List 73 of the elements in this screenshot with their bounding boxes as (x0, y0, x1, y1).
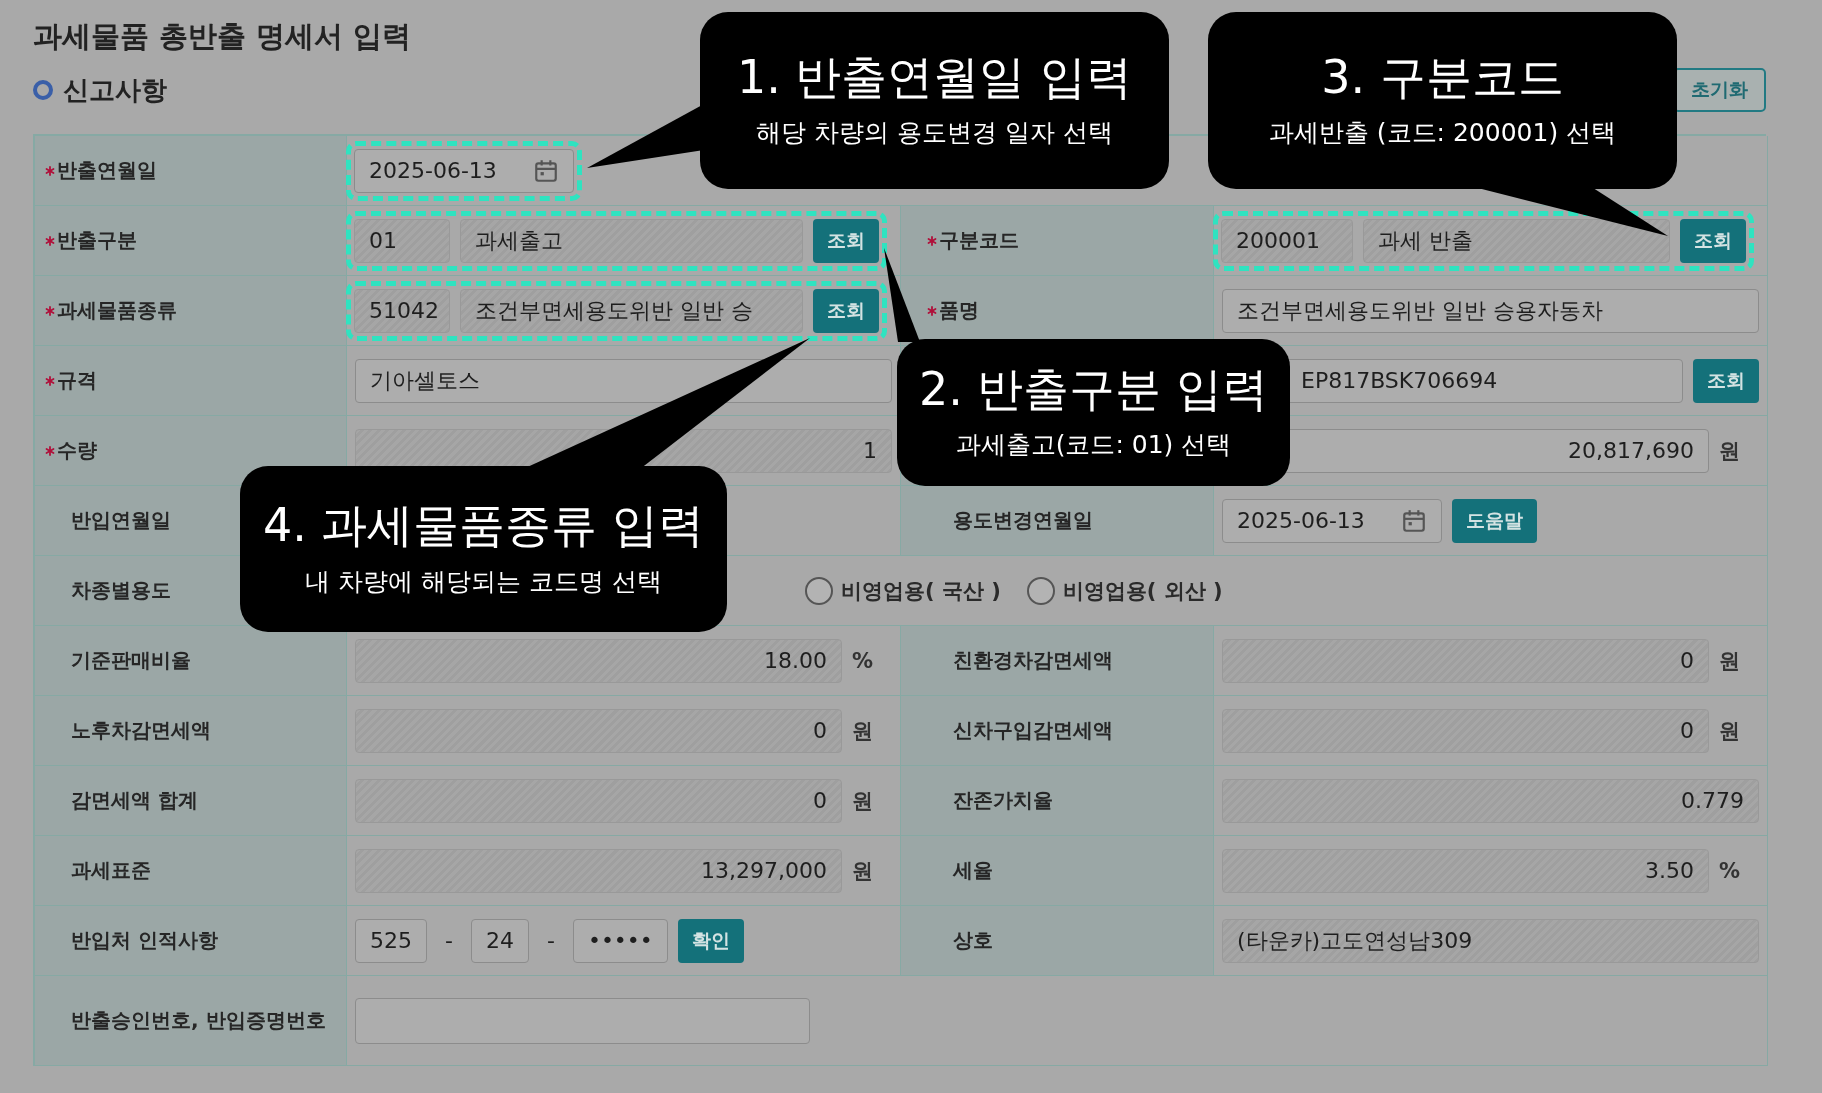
field-label: 용도변경연월일 (953, 507, 1093, 534)
field-label: 과세물품종류 (57, 297, 177, 324)
field-label: 반입처 인적사항 (71, 927, 218, 954)
callout-title: 3. 구분코드 (1321, 51, 1564, 103)
name-field[interactable]: 과세 반출 (1363, 218, 1670, 263)
number-field[interactable]: 24 (470, 918, 529, 963)
radio-option[interactable]: 비영업용( 국산 ) (805, 576, 1001, 605)
callout-text: 내 차량에 해당되는 코드명 선택 (305, 565, 662, 598)
dash-separator: - (545, 928, 556, 953)
unit-label: 원 (1719, 647, 1741, 675)
field-label: 수량 (57, 437, 97, 464)
date-field[interactable]: 2025-06-13 (354, 148, 574, 193)
field-label: 노후차감면세액 (71, 717, 211, 744)
callout-title: 4. 과세물품종류 입력 (262, 500, 705, 551)
field-label: 반출구분 (57, 227, 137, 254)
search-button[interactable]: 조회 (813, 218, 879, 263)
search-button[interactable]: 조회 (1693, 358, 1759, 403)
field-label: 감면세액 합계 (71, 787, 198, 814)
field-label: 차종별용도 (71, 577, 171, 604)
field-label: 과세표준 (71, 857, 151, 884)
readonly-field[interactable]: (타운카)고도연성남309 (1222, 918, 1759, 963)
code-field[interactable]: 01 (354, 218, 450, 263)
readonly-field: 0.779 (1222, 778, 1759, 823)
text-field[interactable]: 기아셀토스 (355, 358, 892, 403)
ring-icon (33, 80, 53, 100)
text-field[interactable]: 조건부면세용도위반 일반 승용자동차 (1222, 288, 1759, 333)
unit-label: 원 (852, 787, 874, 815)
input-field[interactable] (355, 997, 810, 1044)
callout-text: 과세반출 (코드: 200001) 선택 (1268, 117, 1617, 150)
readonly-field: 0 (355, 708, 842, 753)
search-button[interactable]: 조회 (1680, 218, 1746, 263)
field-label: 세율 (953, 857, 993, 884)
readonly-field: 0 (1222, 638, 1709, 683)
readonly-field: 13,297,000 (355, 848, 842, 893)
callout-text: 해당 차량의 용도변경 일자 선택 (756, 117, 1113, 150)
field-label: 품명 (939, 297, 979, 324)
help-button[interactable]: 도움말 (1452, 498, 1537, 543)
page-title: 과세물품 총반출 명세서 입력 (33, 18, 413, 55)
field-label: 반입연월일 (71, 507, 171, 534)
readonly-field: 0 (355, 778, 842, 823)
section-title: 신고사항 (63, 73, 167, 107)
radio-option[interactable]: 비영업용( 외산 ) (1026, 576, 1223, 605)
field-label: 규격 (57, 367, 97, 394)
field-label: 잔존가치율 (953, 787, 1053, 814)
date-field[interactable]: 2025-06-13 (1222, 498, 1442, 543)
name-field[interactable]: 조건부면세용도위반 일반 승 (460, 288, 803, 333)
field-label: 신차구입감면세액 (953, 717, 1113, 744)
unit-label: % (852, 648, 875, 673)
field-label: 기준판매비율 (71, 647, 191, 674)
readonly-field: 18.00 (355, 638, 842, 683)
field-label: 상호 (953, 927, 993, 954)
readonly-field: 0 (1222, 708, 1709, 753)
unit-label: 원 (852, 857, 874, 885)
field-label: 반출승인번호, 반입증명번호 (71, 1007, 326, 1034)
number-field[interactable]: ••••• (572, 918, 668, 963)
unit-label: % (1719, 858, 1742, 883)
calendar-icon[interactable] (533, 157, 559, 184)
unit-label: 원 (852, 717, 874, 745)
readonly-field: 3.50 (1222, 848, 1709, 893)
dash-separator: - (444, 928, 454, 953)
search-button[interactable]: 조회 (813, 288, 879, 333)
number-field[interactable]: 525 (355, 918, 427, 963)
field-label: 친환경차감면세액 (953, 647, 1113, 674)
unit-label: 원 (1719, 717, 1741, 745)
name-field[interactable]: 과세출고 (460, 218, 803, 263)
code-field[interactable]: 200001 (1221, 218, 1353, 263)
callout-title: 1. 반출연월일 입력 (736, 51, 1133, 103)
confirm-button[interactable]: 확인 (677, 918, 744, 963)
calendar-icon[interactable] (1401, 507, 1427, 534)
unit-label: 원 (1719, 437, 1741, 465)
code-field[interactable]: 51042 (354, 288, 450, 333)
field-label: 구분코드 (939, 227, 1019, 254)
field-label: 반출연월일 (57, 157, 157, 184)
